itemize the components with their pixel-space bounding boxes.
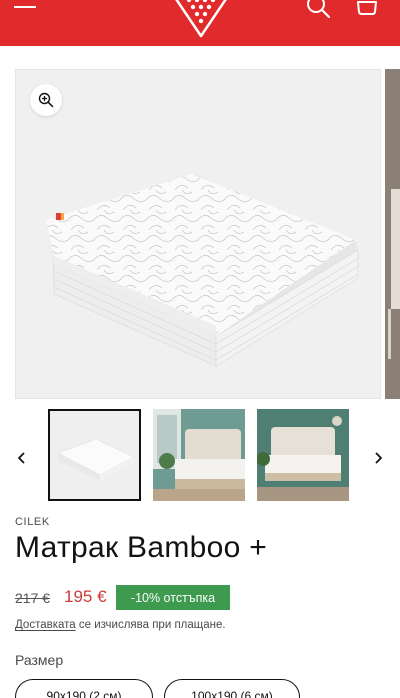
- regular-price: 217 €: [15, 590, 51, 606]
- hamburger-icon[interactable]: [14, 0, 36, 14]
- shipping-note: Доставката се изчислява при плащане.: [15, 619, 226, 631]
- thumbnail-prev-button[interactable]: [10, 444, 34, 472]
- chevron-left-icon: [18, 452, 25, 464]
- next-product-image[interactable]: [385, 69, 400, 399]
- size-option-1[interactable]: 90х190 (2 см): [15, 679, 153, 698]
- search-icon[interactable]: [306, 0, 334, 20]
- shipping-note-text: се изчислява при плащане.: [75, 619, 226, 631]
- chevron-right-icon: [375, 452, 382, 464]
- thumbnail-bedroom-window: [153, 409, 245, 501]
- thumbnail-mattress-studio: [50, 411, 139, 499]
- product-title: Матрак Bamboo +: [15, 531, 268, 564]
- sale-price: 195 €: [64, 587, 107, 606]
- size-label: Размер: [15, 652, 64, 668]
- discount-badge: -10% отстъпка: [116, 585, 230, 610]
- mattress-illustration: [46, 174, 359, 367]
- thumbnail-3[interactable]: [257, 409, 349, 501]
- next-image-preview: [385, 69, 400, 399]
- cart-icon[interactable]: [354, 0, 380, 18]
- product-main-image[interactable]: [15, 69, 381, 399]
- size-option-2[interactable]: 100х190 (6 см): [164, 679, 300, 698]
- thumbnail-next-button[interactable]: [366, 444, 390, 472]
- thumbnail-1[interactable]: [48, 409, 141, 501]
- brand-logo[interactable]: [170, 0, 232, 42]
- shipping-policy-link[interactable]: Доставката: [15, 619, 76, 631]
- thumbnail-bedroom-green-wall: [257, 409, 349, 501]
- thumbnail-2[interactable]: [153, 409, 245, 501]
- site-header: [0, 0, 400, 46]
- product-vendor: CILEK: [15, 516, 50, 528]
